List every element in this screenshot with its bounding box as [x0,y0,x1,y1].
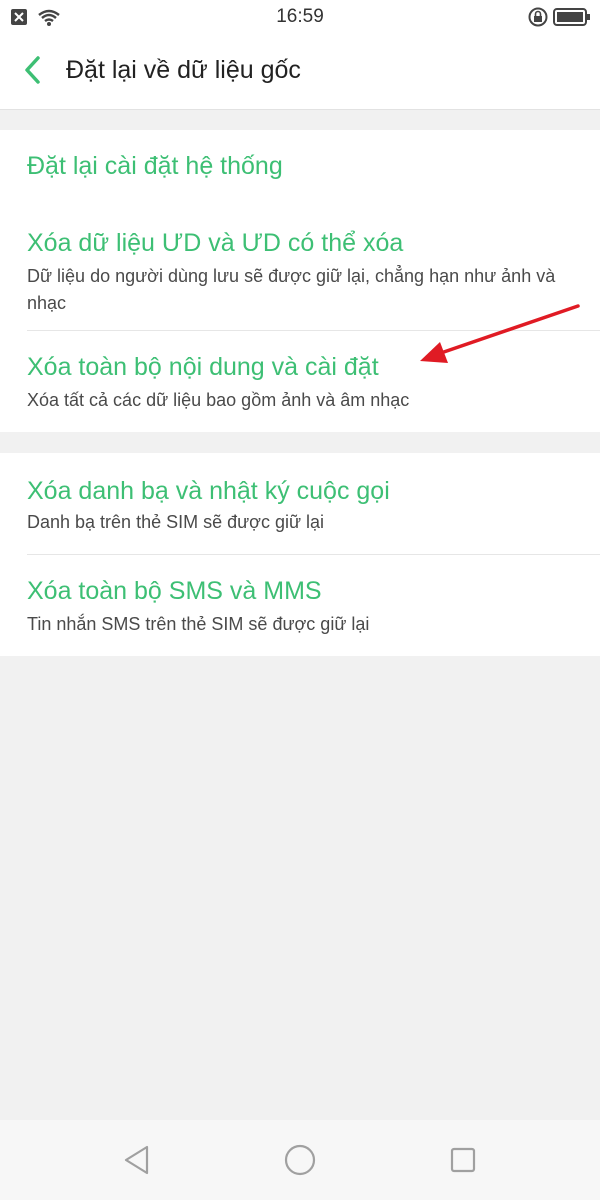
reset-options-group-2: Xóa danh bạ và nhật ký cuộc gọi Danh bạ … [0,453,600,656]
item-description: Tin nhắn SMS trên thẻ SIM sẽ được giữ lạ… [27,614,370,634]
app-header: Đặt lại về dữ liệu gốc [0,34,600,110]
annotation-arrow-icon [420,304,580,363]
status-right-icons [528,5,592,29]
back-triangle-icon [124,1145,149,1175]
recents-square-icon [450,1147,476,1173]
status-right-svg [528,7,590,27]
list-item-reset-system-settings[interactable]: Đặt lại cài đặt hệ thống [0,130,600,205]
status-bar: 16:59 [0,0,600,34]
nav-back-button[interactable] [117,1140,157,1180]
item-label: Xóa dữ liệu ƯD và ƯD có thể xóa [27,229,404,257]
rotation-lock-icon [528,7,548,27]
page-title: Đặt lại về dữ liệu gốc [66,56,301,84]
item-label: Xóa toàn bộ SMS và MMS [27,577,322,605]
status-time: 16:59 [276,6,324,27]
item-description: Xóa tất cả các dữ liệu bao gồm ảnh và âm… [27,390,410,410]
item-label: Đặt lại cài đặt hệ thống [27,152,283,180]
list-item-clear-sms-mms[interactable]: Xóa toàn bộ SMS và MMS Tin nhắn SMS trên… [0,555,600,656]
battery-icon [553,8,590,26]
home-circle-icon [284,1144,316,1176]
item-description: Danh bạ trên thẻ SIM sẽ được giữ lại [27,512,325,532]
list-item-clear-contacts-call-log[interactable]: Xóa danh bạ và nhật ký cuộc gọi Danh bạ … [0,453,600,554]
item-label: Xóa danh bạ và nhật ký cuộc gọi [27,477,390,505]
reset-options-group-1: Đặt lại cài đặt hệ thống Xóa dữ liệu ƯD … [0,130,600,432]
nav-home-button[interactable] [280,1140,320,1180]
chevron-left-icon [25,56,40,84]
navigation-bar [0,1120,600,1200]
item-label: Xóa toàn bộ nội dung và cài đặt [27,353,379,381]
nav-recents-button[interactable] [443,1140,483,1180]
back-button[interactable] [14,50,54,90]
